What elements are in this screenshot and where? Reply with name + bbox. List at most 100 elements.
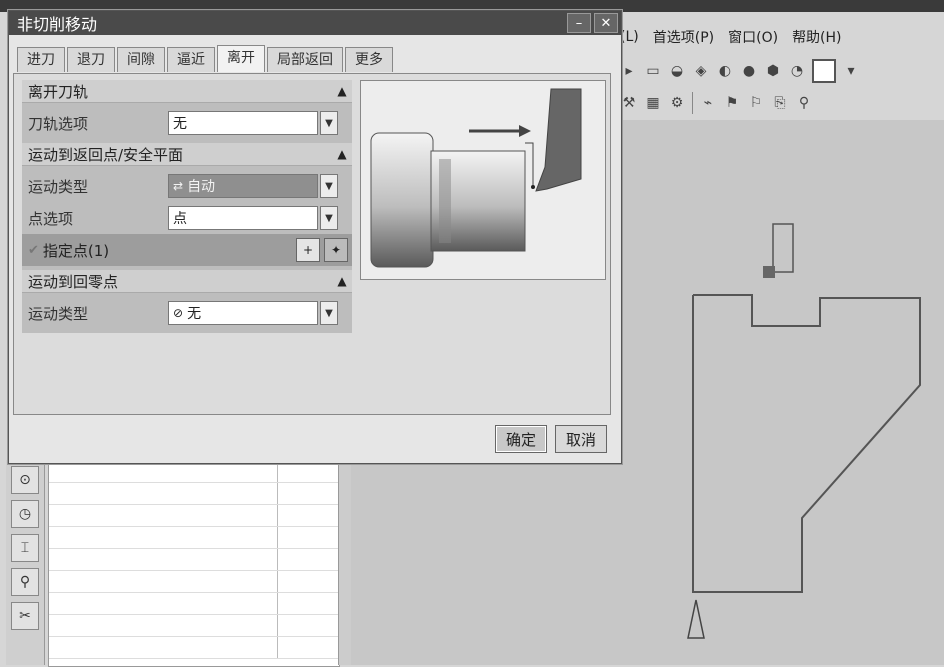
tab-departure[interactable]: 离开 bbox=[217, 45, 265, 72]
operation-navigator[interactable] bbox=[48, 460, 340, 667]
field-label: 运动类型 bbox=[28, 177, 89, 196]
dropdown-icon[interactable]: ▾ bbox=[842, 62, 860, 80]
dialog-footer: 确定 取消 bbox=[494, 425, 607, 453]
motion-type-select[interactable]: ⇄ 自动 bbox=[168, 174, 318, 198]
dialog-titlebar[interactable]: 非切削移动 – ✕ bbox=[9, 11, 621, 35]
toolbar-divider bbox=[692, 92, 693, 114]
dialog-tabs: 进刀 退刀 间隙 逼近 离开 局部返回 更多 bbox=[17, 45, 393, 73]
tab-retract[interactable]: 退刀 bbox=[67, 47, 115, 72]
verify-icon[interactable]: ⚑ bbox=[723, 94, 741, 112]
cancel-button[interactable]: 取消 bbox=[554, 425, 607, 453]
none-icon: ⊘ bbox=[173, 306, 184, 320]
resource-bar: ⊙ ◷ ⌶ ⚲ ✂ bbox=[6, 460, 45, 665]
list-item[interactable] bbox=[49, 461, 339, 483]
list-item[interactable] bbox=[49, 549, 339, 571]
specify-point-label: 指定点(1) bbox=[42, 241, 110, 260]
point-option-select[interactable]: 点 bbox=[168, 206, 318, 230]
chevron-up-icon[interactable]: ▲ bbox=[332, 84, 352, 98]
menu-item-window[interactable]: 窗口(O) bbox=[728, 27, 778, 47]
tab-approach[interactable]: 逼近 bbox=[167, 47, 215, 72]
chevron-down-icon[interactable]: ▼ bbox=[320, 111, 338, 135]
view-toolbar: ▸ ▭ ◒ ◈ ◐ ● ⬢ ◔ ▾ bbox=[620, 56, 860, 86]
group-header-return-safe[interactable]: 运动到返回点/安全平面 ▲ bbox=[22, 143, 352, 166]
home-motion-type-select[interactable]: ⊘ 无 bbox=[168, 301, 318, 325]
ok-button[interactable]: 确定 bbox=[494, 425, 547, 453]
checkmark-icon: ✔ bbox=[28, 242, 39, 258]
group-body-return-safe: 运动类型 ⇄ 自动 ▼ 点选项 点 ▼ ✔ 指定点(1) + ✦ bbox=[22, 166, 352, 270]
shade-icon[interactable]: ◒ bbox=[668, 62, 686, 80]
toolpath-option-row: 刀轨选项 无 ▼ bbox=[22, 107, 352, 139]
group-header-leave-path[interactable]: 离开刀轨 ▲ bbox=[22, 80, 352, 103]
chevron-down-icon[interactable]: ▼ bbox=[320, 301, 338, 325]
group-title: 离开刀轨 bbox=[28, 82, 89, 101]
tools-icon[interactable]: ✂ bbox=[11, 602, 39, 630]
field-label: 点选项 bbox=[28, 209, 74, 228]
output-icon[interactable]: ⚲ bbox=[795, 94, 813, 112]
tab-content: 离开刀轨 ▲ 刀轨选项 无 ▼ 运动到返回点/安全平面 ▲ 运动类型 ⇄ 自动 … bbox=[13, 73, 611, 415]
path-icon[interactable]: ⌁ bbox=[699, 94, 717, 112]
list-item[interactable] bbox=[49, 571, 339, 593]
non-cutting-moves-dialog: 非切削移动 – ✕ 进刀 退刀 间隙 逼近 离开 局部返回 更多 离开刀轨 ▲ … bbox=[8, 10, 622, 464]
arrow-icon[interactable]: ▸ bbox=[620, 62, 638, 80]
motion-type-row: 运动类型 ⇄ 自动 ▼ bbox=[22, 170, 352, 202]
reuse-library-icon[interactable]: ⌶ bbox=[11, 534, 39, 562]
tab-clearance[interactable]: 间隙 bbox=[117, 47, 165, 72]
simulate-icon[interactable]: ⚐ bbox=[747, 94, 765, 112]
field-label: 运动类型 bbox=[28, 304, 89, 323]
turning-preview-illustration bbox=[370, 88, 582, 268]
tab-more[interactable]: 更多 bbox=[345, 47, 393, 72]
group-body-return-home: 运动类型 ⊘ 无 ▼ bbox=[22, 293, 352, 333]
chevron-down-icon[interactable]: ▼ bbox=[320, 174, 338, 198]
point-pick-icon[interactable]: ✦ bbox=[324, 238, 348, 262]
gauge-icon[interactable]: ▦ bbox=[644, 94, 662, 112]
operation-toolbar: ⚒ ▦ ⚙ ⌁ ⚑ ⚐ ⎘ ⚲ bbox=[620, 88, 813, 118]
toolpath-option-select[interactable]: 无 bbox=[168, 111, 318, 135]
list-item[interactable] bbox=[49, 505, 339, 527]
group-header-return-home[interactable]: 运动到回零点 ▲ bbox=[22, 270, 352, 293]
settings-groups: 离开刀轨 ▲ 刀轨选项 无 ▼ 运动到返回点/安全平面 ▲ 运动类型 ⇄ 自动 … bbox=[22, 80, 352, 333]
menu-item-tools[interactable]: (L) bbox=[620, 29, 639, 45]
render-icon[interactable]: ◐ bbox=[716, 62, 734, 80]
post-icon[interactable]: ⎘ bbox=[771, 94, 789, 112]
solid-icon[interactable]: ⬢ bbox=[764, 62, 782, 80]
point-option-row: 点选项 点 ▼ bbox=[22, 202, 352, 234]
frame-icon[interactable]: ▭ bbox=[644, 62, 662, 80]
color-icon[interactable]: ◔ bbox=[788, 62, 806, 80]
cube-icon[interactable]: ◈ bbox=[692, 62, 710, 80]
home-motion-type-row: 运动类型 ⊘ 无 ▼ bbox=[22, 297, 352, 329]
menu-item-preferences[interactable]: 首选项(P) bbox=[653, 27, 714, 47]
navigator-scrollbar[interactable] bbox=[338, 460, 351, 665]
sphere-icon[interactable]: ● bbox=[740, 62, 758, 80]
departure-preview-image bbox=[360, 80, 606, 280]
select-value: 点 bbox=[173, 211, 187, 227]
minimize-icon[interactable]: – bbox=[567, 13, 591, 33]
group-title: 运动到返回点/安全平面 bbox=[28, 145, 184, 164]
tool-point-marker bbox=[763, 266, 775, 278]
menu-item-help[interactable]: 帮助(H) bbox=[792, 27, 841, 47]
chevron-up-icon[interactable]: ▲ bbox=[332, 274, 352, 288]
roles-icon[interactable]: ⚲ bbox=[11, 568, 39, 596]
chevron-up-icon[interactable]: ▲ bbox=[332, 147, 352, 161]
select-value: 自动 bbox=[187, 179, 216, 195]
background-color-swatch[interactable] bbox=[812, 59, 836, 83]
tool-icon[interactable]: ⚙ bbox=[668, 94, 686, 112]
list-item[interactable] bbox=[49, 615, 339, 637]
tab-engage[interactable]: 进刀 bbox=[17, 47, 65, 72]
field-label: 刀轨选项 bbox=[28, 114, 89, 133]
wcs-axis-icon bbox=[687, 599, 705, 639]
mill-icon[interactable]: ⚒ bbox=[620, 94, 638, 112]
list-item[interactable] bbox=[49, 527, 339, 549]
close-icon[interactable]: ✕ bbox=[594, 13, 618, 33]
navigator-icon[interactable]: ⊙ bbox=[11, 466, 39, 494]
group-body-leave-path: 刀轨选项 无 ▼ bbox=[22, 103, 352, 143]
list-item[interactable] bbox=[49, 637, 339, 659]
chevron-down-icon[interactable]: ▼ bbox=[320, 206, 338, 230]
point-dialog-icon[interactable]: + bbox=[296, 238, 320, 262]
list-item[interactable] bbox=[49, 593, 339, 615]
auto-icon: ⇄ bbox=[173, 179, 184, 193]
history-clock-icon[interactable]: ◷ bbox=[11, 500, 39, 528]
part-outline bbox=[692, 294, 921, 593]
tab-local-return[interactable]: 局部返回 bbox=[267, 47, 343, 72]
list-item[interactable] bbox=[49, 483, 339, 505]
specify-point-row[interactable]: ✔ 指定点(1) + ✦ bbox=[22, 234, 352, 266]
